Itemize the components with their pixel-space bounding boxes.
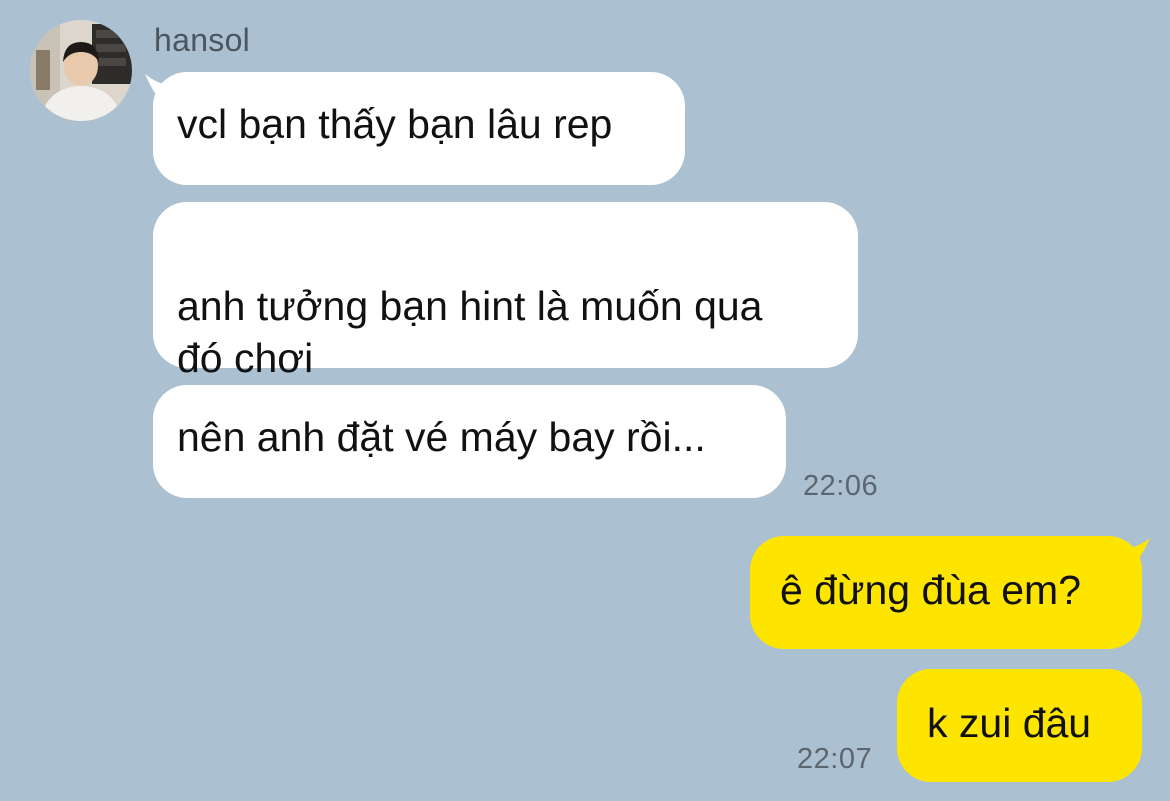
- incoming-message-2[interactable]: anh tưởng bạn hint là muốn qua đó chơi: [153, 202, 858, 381]
- message-text: k zui đâu: [927, 700, 1092, 746]
- outgoing-message-1[interactable]: ê đừng đùa em?: [750, 536, 1142, 649]
- message-text: vcl bạn thấy bạn lâu rep: [177, 101, 613, 147]
- message-timestamp: 22:06: [803, 470, 879, 502]
- message-text: anh tưởng bạn hint là muốn qua đó chơi: [177, 283, 763, 381]
- incoming-message-3[interactable]: nên anh đặt vé máy bay rồi...: [153, 385, 786, 498]
- message-text: nên anh đặt vé máy bay rồi...: [177, 414, 706, 460]
- outgoing-message-2[interactable]: k zui đâu: [897, 669, 1142, 782]
- incoming-message-1[interactable]: vcl bạn thấy bạn lâu rep: [153, 72, 685, 185]
- sender-name: hansol: [154, 22, 251, 58]
- message-timestamp: 22:07: [797, 743, 873, 775]
- message-text: ê đừng đùa em?: [780, 567, 1081, 613]
- sender-avatar[interactable]: [30, 20, 132, 121]
- avatar-photo: [30, 20, 132, 121]
